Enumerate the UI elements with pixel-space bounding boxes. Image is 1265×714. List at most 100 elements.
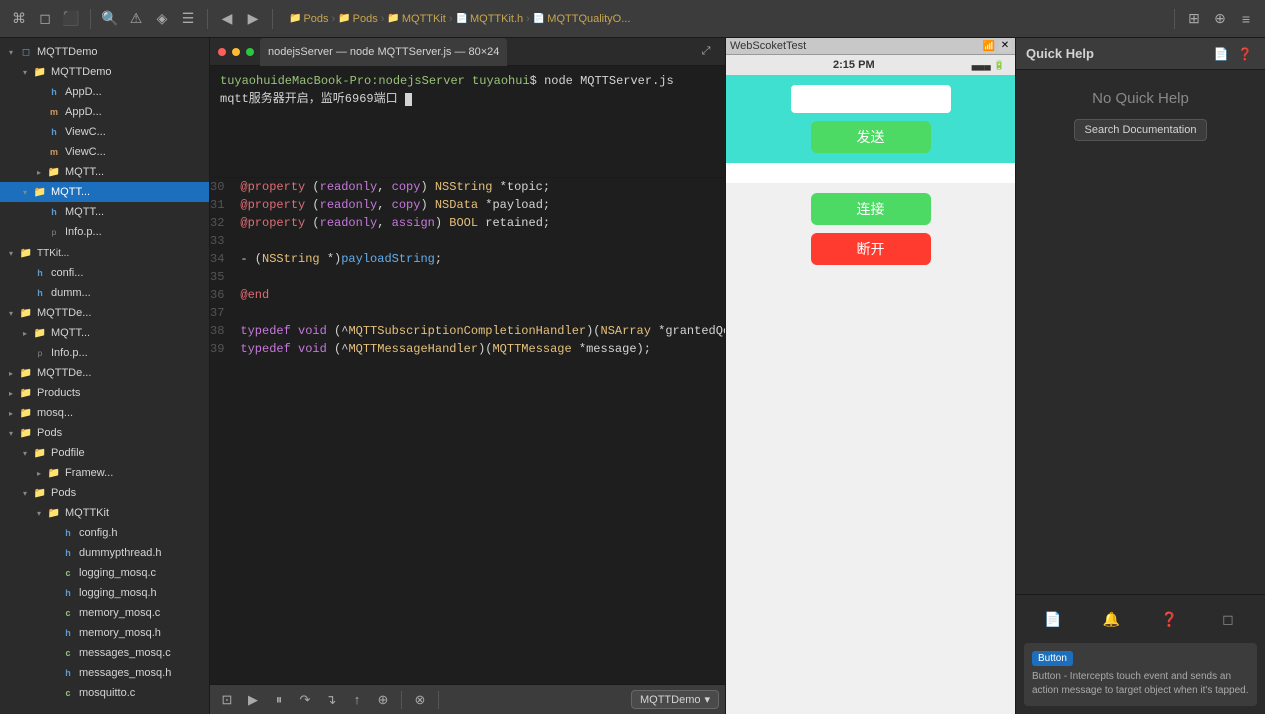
app-send-button[interactable]: 发送 — [811, 121, 931, 153]
bottom-box-icon[interactable]: ◻ — [1216, 607, 1240, 631]
quick-help-bottom: 📄 🔔 ❓ ◻ Button Button - Intercepts touch… — [1016, 594, 1265, 714]
run-btn[interactable]: ▶ — [242, 689, 264, 711]
sidebar-item-viewcontroller-h[interactable]: h ViewC... — [0, 122, 209, 142]
sidebar-item-podfile[interactable]: 📁 Podfile — [0, 443, 209, 463]
toolbar-layout2-icon[interactable]: ⊞ — [1183, 8, 1205, 30]
toolbar-next-icon[interactable]: ▶ — [242, 8, 264, 30]
sidebar-item-info2[interactable]: p Info.p... — [0, 343, 209, 363]
line-number: 31 — [210, 196, 234, 214]
step-in-btn[interactable]: ↴ — [320, 689, 342, 711]
app-text-field[interactable] — [791, 85, 951, 113]
code-editor[interactable]: 30 @property (readonly, copy) NSString *… — [210, 178, 725, 684]
bottom-help-icon[interactable]: ❓ — [1158, 607, 1182, 631]
breadcrumb-mqttkit[interactable]: 📁 MQTTKit — [387, 13, 445, 25]
toolbar-search-icon[interactable]: 🔍 — [99, 8, 121, 30]
terminal-dollar: $ — [530, 74, 544, 88]
sidebar-item-products[interactable]: 📁 Products — [0, 383, 209, 403]
sidebar-item-logging-h[interactable]: h logging_mosq.h — [0, 583, 209, 603]
terminal-resize-icon[interactable]: ⤢ — [695, 41, 717, 63]
sidebar-item-pods-sub[interactable]: 📁 Pods — [0, 483, 209, 503]
app-connect-button[interactable]: 连接 — [811, 193, 931, 225]
sidebar-label-config-h: config.h — [79, 527, 118, 539]
breadcrumb-mqttquality[interactable]: 📄 MQTTQualityO... — [533, 13, 631, 25]
toolbar-warn-icon[interactable]: ⚠ — [125, 8, 147, 30]
sidebar-item-mqttde-group[interactable]: 📁 MQTTDe... — [0, 303, 209, 323]
sidebar-item-appdelegate-m[interactable]: m AppD... — [0, 102, 209, 122]
sidebar-item-mosquitto-c[interactable]: c mosquitto.c — [0, 683, 209, 703]
simulator-close-btn[interactable]: ✕ — [999, 40, 1011, 52]
sidebar-item-mqtt-folder[interactable]: 📁 MQTT... — [0, 162, 209, 182]
simulate-loc-btn[interactable]: ⊗ — [409, 689, 431, 711]
debug-loc-btn[interactable]: ⊕ — [372, 689, 394, 711]
terminal-body[interactable]: tuyaohuideMacBook-Pro:nodejsServer tuyao… — [210, 66, 725, 177]
toolbar-stop-icon[interactable]: ⬛ — [60, 8, 82, 30]
sidebar-item-mqttkit-folder2[interactable]: 📁 MQTT... — [0, 323, 209, 343]
sidebar-item-mqttde-main[interactable]: 📁 MQTTDe... — [0, 363, 209, 383]
sidebar-item-frameworks-top[interactable]: 📁 Framew... — [0, 463, 209, 483]
sidebar-item-mqttdemo2[interactable]: 📁 MQTT... — [0, 182, 209, 202]
sidebar-item-mqttkit-h[interactable]: h MQTT... — [0, 202, 209, 222]
line-number: 37 — [210, 304, 234, 322]
sidebar-label-memory-c: memory_mosq.c — [79, 607, 160, 619]
panel-doc-icon[interactable]: 📄 — [1211, 44, 1231, 64]
pause-btn[interactable]: ⏸ — [268, 689, 290, 711]
sidebar-item-dummypthread-h[interactable]: h dummypthread.h — [0, 543, 209, 563]
sidebar-item-memory-h[interactable]: h memory_mosq.h — [0, 623, 209, 643]
line-content: typedef void (^MQTTSubscriptionCompletio… — [234, 322, 725, 340]
bottom-bell-icon[interactable]: 🔔 — [1099, 607, 1123, 631]
step-over-btn[interactable]: ↷ — [294, 689, 316, 711]
breadcrumb-pods2[interactable]: 📁 Pods — [338, 13, 378, 25]
line-content — [234, 268, 725, 286]
app-disconnect-button[interactable]: 断开 — [811, 233, 931, 265]
terminal-close-btn[interactable] — [218, 48, 226, 56]
toolbar-menu-icon[interactable]: ≡ — [1235, 8, 1257, 30]
sidebar-item-dummypthread[interactable]: h dumm... — [0, 283, 209, 303]
sidebar-item-mosq2[interactable]: 📁 mosq... — [0, 403, 209, 423]
toolbar-sep-4 — [1174, 9, 1175, 29]
sidebar-item-pods-root[interactable]: 📁 Pods — [0, 423, 209, 443]
sidebar-item-messages-h[interactable]: h messages_mosq.h — [0, 663, 209, 683]
bottom-toolbar: ⊡ ▶ ⏸ ↷ ↴ ↑ ⊕ ⊗ MQTTDemo ▾ — [210, 684, 725, 714]
debug-view-btn[interactable]: ⊡ — [216, 689, 238, 711]
sidebar-item-appdelegate-h[interactable]: h AppD... — [0, 82, 209, 102]
tree-arrow — [32, 506, 46, 520]
toolbar-list-icon[interactable]: ☰ — [177, 8, 199, 30]
toolbar-diamond-icon[interactable]: ◈ — [151, 8, 173, 30]
sidebar-item-config-h[interactable]: h config.h — [0, 523, 209, 543]
sidebar-item-mqttdemo-folder[interactable]: 📁 MQTTDemo — [0, 62, 209, 82]
scheme-selector[interactable]: MQTTDemo ▾ — [631, 690, 719, 709]
terminal-maximize-btn[interactable] — [246, 48, 254, 56]
sidebar-item-ttkitfolder[interactable]: 📁 TTKit... — [0, 243, 209, 263]
terminal-minimize-btn[interactable] — [232, 48, 240, 56]
terminal-prompt: tuyaohuideMacBook-Pro:nodejsServer tuyao… — [220, 72, 715, 90]
breadcrumb-pods1[interactable]: 📁 Pods — [289, 13, 329, 25]
toolbar-add-icon[interactable]: ⊕ — [1209, 8, 1231, 30]
folder-icon: 📁 — [32, 445, 48, 461]
terminal-tab[interactable]: nodejsServer — node MQTTServer.js — 80×2… — [260, 38, 507, 66]
breadcrumb-folder-icon-1: 📁 — [289, 13, 301, 24]
search-documentation-button[interactable]: Search Documentation — [1074, 119, 1208, 141]
sidebar-item-memory-c[interactable]: c memory_mosq.c — [0, 603, 209, 623]
sidebar-item-configh[interactable]: h confi... — [0, 263, 209, 283]
sidebar-item-messages-c[interactable]: c messages_mosq.c — [0, 643, 209, 663]
sidebar-item-viewcontroller-m[interactable]: m ViewC... — [0, 142, 209, 162]
folder-icon: 📁 — [46, 465, 62, 481]
quick-help-header: Quick Help 📄 ❓ — [1016, 38, 1265, 70]
breadcrumb-mqttkith[interactable]: 📄 MQTTKit.h — [456, 13, 524, 25]
toolbar-layout-icon[interactable]: ◻ — [34, 8, 56, 30]
sidebar-item-mqttdemo-root[interactable]: ◻ MQTTDemo — [0, 42, 209, 62]
bottom-doc-icon[interactable]: 📄 — [1041, 607, 1065, 631]
breadcrumb: 📁 Pods › 📁 Pods › 📁 MQTTKit › 📄 MQTTKit.… — [281, 13, 1166, 25]
quick-help-panel: Quick Help 📄 ❓ No Quick Help Search Docu… — [1015, 38, 1265, 714]
step-out-btn[interactable]: ↑ — [346, 689, 368, 711]
sidebar-item-logging-c[interactable]: c logging_mosq.c — [0, 563, 209, 583]
sidebar-item-mqttkit-sub[interactable]: 📁 MQTTKit — [0, 503, 209, 523]
toolbar-xcode-icon[interactable]: ⌘ — [8, 8, 30, 30]
sidebar-item-infoplist[interactable]: p Info.p... — [0, 222, 209, 242]
source-file-icon: m — [46, 104, 62, 120]
tree-arrow — [32, 466, 46, 480]
toolbar-prev-icon[interactable]: ◀ — [216, 8, 238, 30]
panel-help-icon[interactable]: ❓ — [1235, 44, 1255, 64]
plist-file-icon: p — [32, 345, 48, 361]
toolbar-sep-3 — [272, 9, 273, 29]
